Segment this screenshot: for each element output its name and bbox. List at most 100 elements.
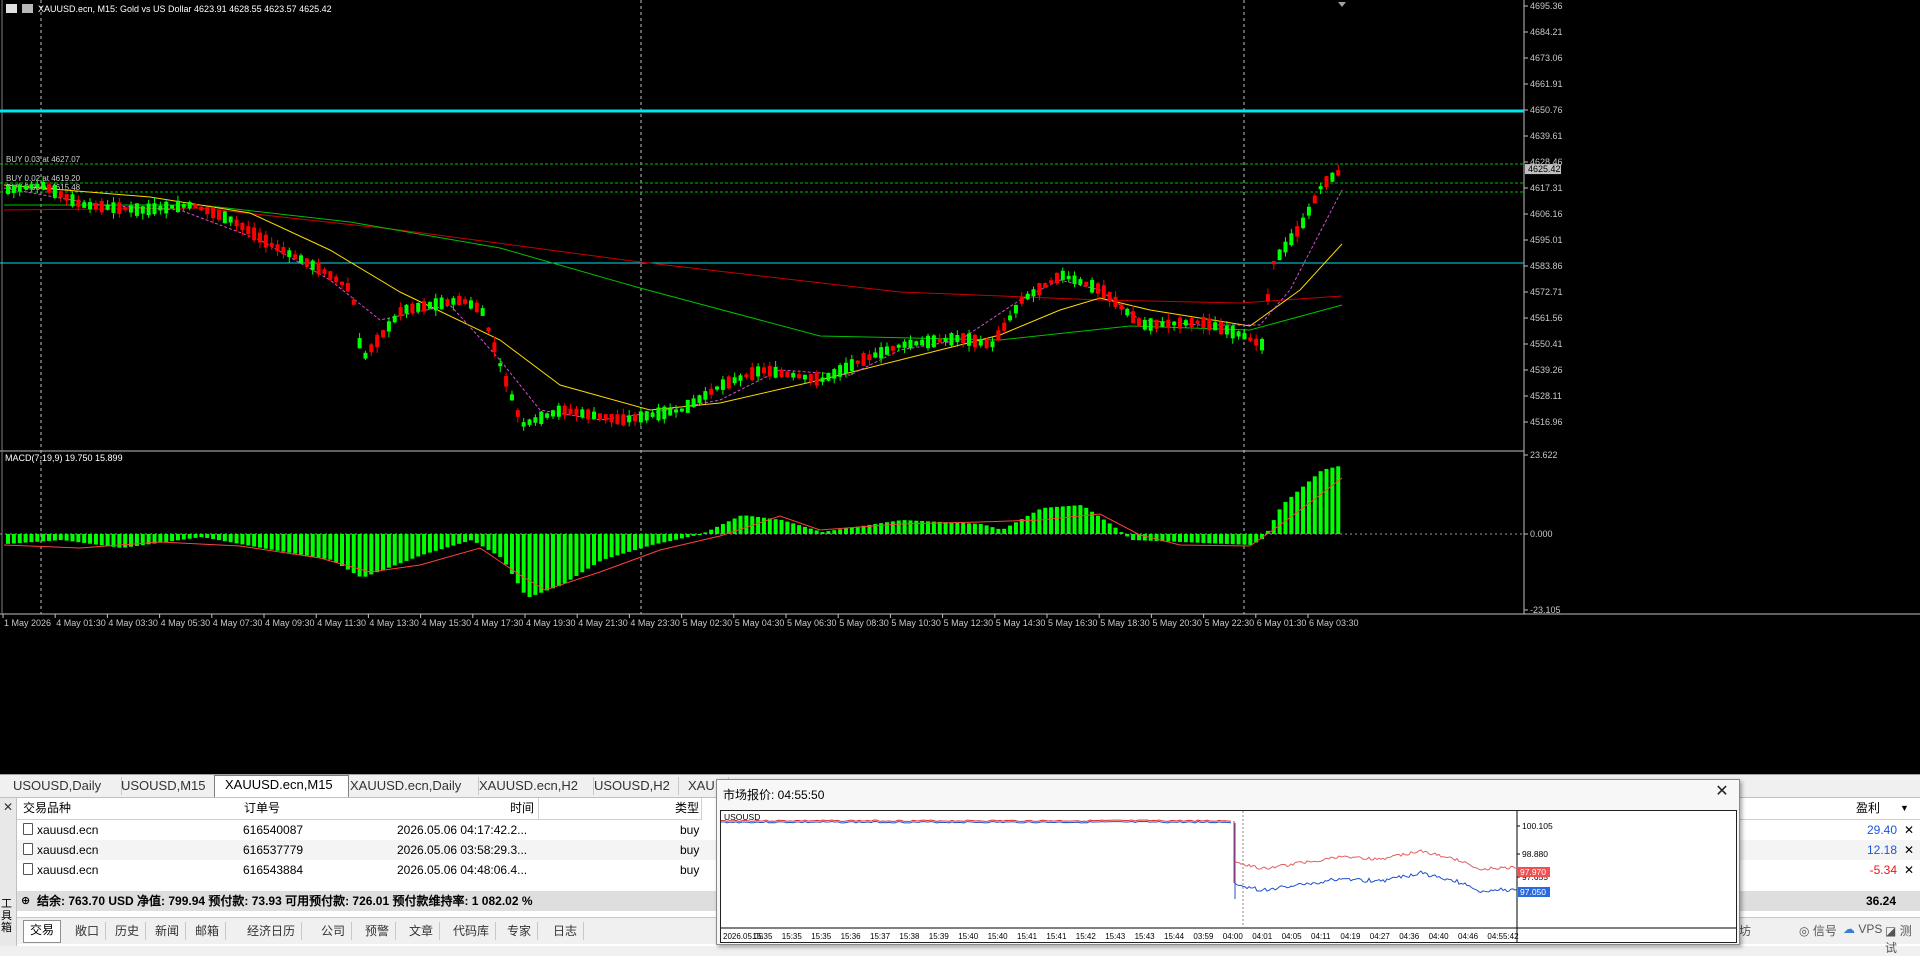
candle xyxy=(1195,320,1200,324)
candle xyxy=(58,191,63,198)
tab-alerts[interactable]: 预警 xyxy=(359,922,397,940)
candle xyxy=(1248,337,1253,341)
macd-bar xyxy=(52,534,57,541)
candle xyxy=(515,410,520,417)
time-label: 6 May 01:30 xyxy=(1257,618,1307,628)
tab-experts[interactable]: 专家 xyxy=(501,922,539,940)
macd-bar xyxy=(1002,528,1007,534)
tab-company[interactable]: 公司 xyxy=(315,922,353,940)
column-header-symbol[interactable]: 交易品种 xyxy=(17,798,246,820)
macd-bar xyxy=(808,528,813,534)
candle xyxy=(1312,195,1317,204)
tab-articles[interactable]: 文章 xyxy=(403,922,441,940)
price-label: 4661.91 xyxy=(1530,79,1563,89)
candle xyxy=(158,205,163,211)
candle xyxy=(193,204,198,209)
candle xyxy=(205,207,210,215)
macd-bar xyxy=(568,534,573,580)
candle xyxy=(592,411,596,420)
macd-bar xyxy=(299,534,303,555)
time-label: 6 May 03:30 xyxy=(1309,618,1359,628)
tick-time-label: 04:05 xyxy=(1282,932,1303,941)
macd-bar xyxy=(252,534,257,547)
tab-journal[interactable]: 日志 xyxy=(547,922,585,940)
column-header-order[interactable]: 订单号 xyxy=(240,798,398,820)
tab-mailbox[interactable]: 邮箱 xyxy=(189,922,227,940)
price-label: 4528.11 xyxy=(1530,391,1562,401)
time-label: 4 May 03:30 xyxy=(108,618,158,628)
macd-bar xyxy=(439,534,444,550)
candle xyxy=(885,346,889,355)
macd-bar xyxy=(550,534,555,589)
candle xyxy=(416,302,421,312)
macd-bar xyxy=(832,530,837,534)
candle xyxy=(1125,308,1130,316)
macd-bar xyxy=(123,534,128,548)
tab-exposure[interactable]: 敞口 xyxy=(69,922,107,940)
macd-bar xyxy=(592,534,596,565)
expand-icon[interactable]: ⊕ xyxy=(21,891,30,911)
candle xyxy=(767,366,772,377)
close-icon[interactable]: ✕ xyxy=(1713,783,1731,801)
macd-bar xyxy=(246,534,251,546)
chart-tab-usousd-h2[interactable]: USOUSD,H2 xyxy=(584,777,679,795)
market-watch-tick-window[interactable]: 市场报价: 04:55:50 ✕ USOUSD100.10598.88097.6… xyxy=(716,779,1740,945)
macd-bar xyxy=(1125,534,1130,537)
macd-bar xyxy=(269,534,274,550)
scroll-marker-icon xyxy=(1338,2,1346,7)
tab-history[interactable]: 历史 xyxy=(109,922,147,940)
column-header-time[interactable]: 时间 xyxy=(394,798,539,820)
status-vps[interactable]: ☁ VPS xyxy=(1843,922,1882,936)
status-tester[interactable]: ◪ 测试 xyxy=(1885,922,1920,956)
macd-bar xyxy=(1230,534,1235,545)
tick-chart[interactable]: USOUSD100.10598.88097.65597.97097.050202… xyxy=(720,810,1737,943)
candle xyxy=(1131,311,1136,324)
close-position-icon[interactable]: ✕ xyxy=(1904,820,1914,840)
chart-tab-xauusd-h2[interactable]: XAUUSD.ecn,H2 xyxy=(469,777,594,795)
candle xyxy=(1260,338,1265,351)
chart-tab-xauusd-daily[interactable]: XAUUSD.ecn,Daily xyxy=(340,777,479,795)
macd-bar xyxy=(533,534,538,595)
candle xyxy=(1142,320,1147,330)
candle xyxy=(369,344,374,353)
tab-calendar[interactable]: 经济日历 xyxy=(241,922,303,940)
candle xyxy=(375,334,380,348)
tick-time-label: 04:55:42 xyxy=(1487,932,1519,941)
close-position-icon[interactable]: ✕ xyxy=(1904,860,1914,880)
status-market[interactable]: 坊 xyxy=(1739,922,1751,939)
tab-news[interactable]: 新闻 xyxy=(149,922,187,940)
macd-bar xyxy=(709,529,714,534)
close-icon[interactable]: ✕ xyxy=(3,800,13,814)
tab-codebase[interactable]: 代码库 xyxy=(447,922,497,940)
row-time-cell: 2026.05.06 03:58:29.3... xyxy=(397,843,528,857)
column-header-type[interactable]: 类型 xyxy=(539,798,702,820)
candle xyxy=(1160,321,1165,327)
macd-bar xyxy=(668,534,673,542)
column-header-profit[interactable]: 盈利 xyxy=(1738,798,1920,820)
chart-window[interactable]: 4695.36 4684.21 4673.06 4661.91 4650.76 4639.… xyxy=(0,0,1920,774)
time-label: 4 May 07:30 xyxy=(213,618,263,628)
candle xyxy=(586,409,591,420)
macd-bar xyxy=(47,534,52,541)
macd-bar xyxy=(972,523,977,534)
candlestick-chart[interactable]: 4695.36 4684.21 4673.06 4661.91 4650.76 4639.… xyxy=(0,0,1920,774)
macd-bar xyxy=(1101,519,1106,534)
chart-tab-usousd-m15[interactable]: USOUSD,M15 xyxy=(111,777,226,795)
macd-bar xyxy=(838,529,843,534)
macd-bar xyxy=(58,534,63,541)
macd-bar xyxy=(1324,468,1329,534)
macd-bar xyxy=(1224,534,1229,544)
chart-tab-xauusd-m15[interactable]: XAUUSD.ecn,M15 xyxy=(214,775,349,797)
macd-bar xyxy=(93,534,98,545)
chart-tab-usousd-daily[interactable]: USOUSD,Daily xyxy=(3,777,122,795)
candle xyxy=(316,262,321,275)
candle xyxy=(398,307,403,317)
tick-price-label: 98.880 xyxy=(1522,849,1548,859)
time-label: 4 May 11:30 xyxy=(317,618,366,628)
macd-bar xyxy=(375,534,380,573)
dropdown-arrow-icon[interactable]: ▼ xyxy=(1900,798,1916,820)
tab-trade[interactable]: 交易 xyxy=(23,920,62,943)
macd-bar xyxy=(257,534,262,548)
status-signals[interactable]: ◎ 信号 xyxy=(1799,922,1837,939)
close-position-icon[interactable]: ✕ xyxy=(1904,840,1914,860)
